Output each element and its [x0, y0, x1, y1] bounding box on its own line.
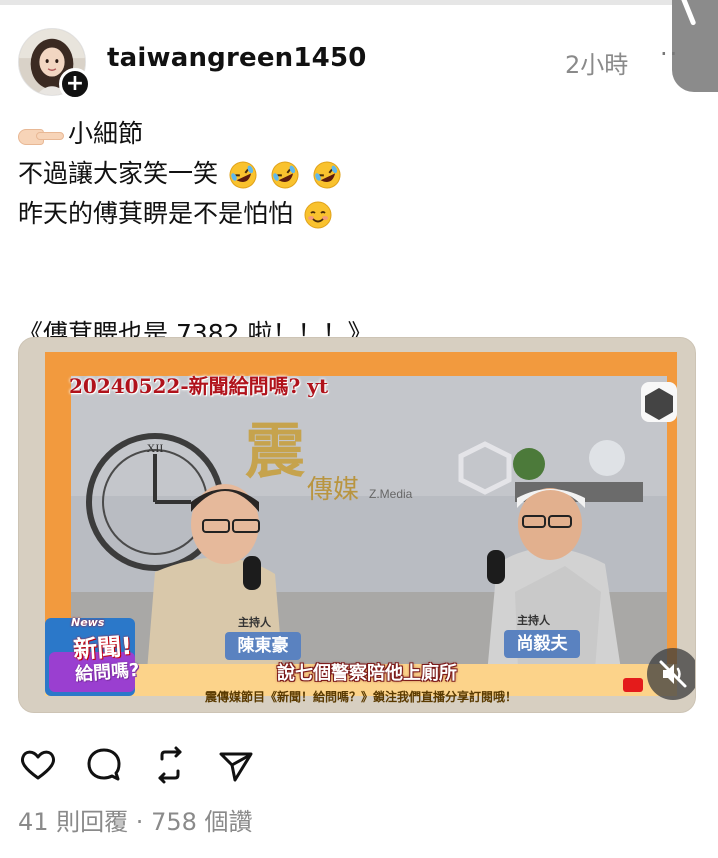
- post-line-2: 不過讓大家笑一笑: [18, 152, 678, 192]
- rolling-laughing-icon: [229, 161, 257, 189]
- rolling-laughing-icon: [313, 161, 341, 189]
- top-divider: [0, 0, 718, 5]
- post-line-1-text: 小細節: [68, 119, 144, 148]
- post-stats: 41 則回覆 · 758 個讚: [18, 802, 253, 837]
- more-options-icon[interactable]: ··: [660, 40, 679, 68]
- smiling-face-icon: [304, 201, 332, 229]
- post-line-3-text: 昨天的傅萁睤是不是怕怕: [18, 199, 294, 228]
- stats-separator: ·: [128, 808, 152, 836]
- reply-count[interactable]: 41 則回覆: [18, 808, 128, 836]
- speaker-muted-icon: [659, 660, 687, 688]
- news-label-small: News: [71, 616, 105, 629]
- svg-text:XII: XII: [147, 441, 164, 455]
- repost-button[interactable]: [150, 745, 190, 785]
- post-line-3: 昨天的傅萁睤是不是怕怕: [18, 192, 678, 232]
- video-ticker: 震傳媒節目《新聞！給問嗎？》鎖注我們直播分享訂閱哦！: [205, 690, 518, 704]
- studio-logo-char: 震: [245, 417, 305, 487]
- svg-text:Z.Media: Z.Media: [369, 487, 413, 501]
- like-button[interactable]: [18, 745, 58, 785]
- rolling-laughing-icon: [271, 161, 299, 189]
- handle-slash-icon: [680, 0, 697, 26]
- post-actions: [18, 745, 278, 785]
- news-badge-bottom: 給問嗎?: [74, 659, 141, 686]
- host-left-name: 陳東豪: [225, 632, 301, 660]
- video-player[interactable]: XII 震 傳媒 Z.Media 20240522-新聞給問嗎? yt 主持人 …: [18, 337, 696, 713]
- video-frame: XII 震 傳媒 Z.Media 20240522-新聞給問嗎? yt 主持人 …: [45, 352, 677, 704]
- host-left-caption: 主持人: [238, 616, 271, 629]
- follow-plus-button[interactable]: +: [59, 68, 91, 100]
- svg-text:傳媒: 傳媒: [307, 475, 359, 505]
- repost-icon: [158, 746, 182, 784]
- post-line-1: 小細節: [18, 112, 678, 152]
- post-timestamp: 2小時: [565, 51, 629, 79]
- host-right-caption: 主持人: [517, 614, 550, 627]
- host-right-name: 尚毅夫: [504, 630, 580, 658]
- video-subtitle: 說七個警察陪他上廁所: [277, 663, 457, 684]
- mute-toggle-button[interactable]: [647, 648, 695, 700]
- video-still-image: XII 震 傳媒 Z.Media: [45, 352, 677, 696]
- send-icon: [219, 752, 253, 782]
- post-text: 小細節 不過讓大家笑一笑 昨天的傅萁睤是不是怕怕 《傅萁睤也是 7382 啦！！…: [18, 112, 678, 352]
- username[interactable]: taiwangreen1450: [107, 43, 367, 73]
- comment-button[interactable]: [84, 745, 124, 785]
- heart-icon: [20, 750, 56, 780]
- video-title-tag: 20240522-新聞給問嗎? yt: [69, 374, 329, 398]
- comment-bubble-icon: [87, 748, 121, 781]
- post-line-2-text: 不過讓大家笑一笑: [18, 159, 219, 188]
- hand-pointing-right-icon: [18, 124, 66, 146]
- like-count[interactable]: 758 個讚: [151, 808, 252, 836]
- share-button[interactable]: [216, 745, 256, 785]
